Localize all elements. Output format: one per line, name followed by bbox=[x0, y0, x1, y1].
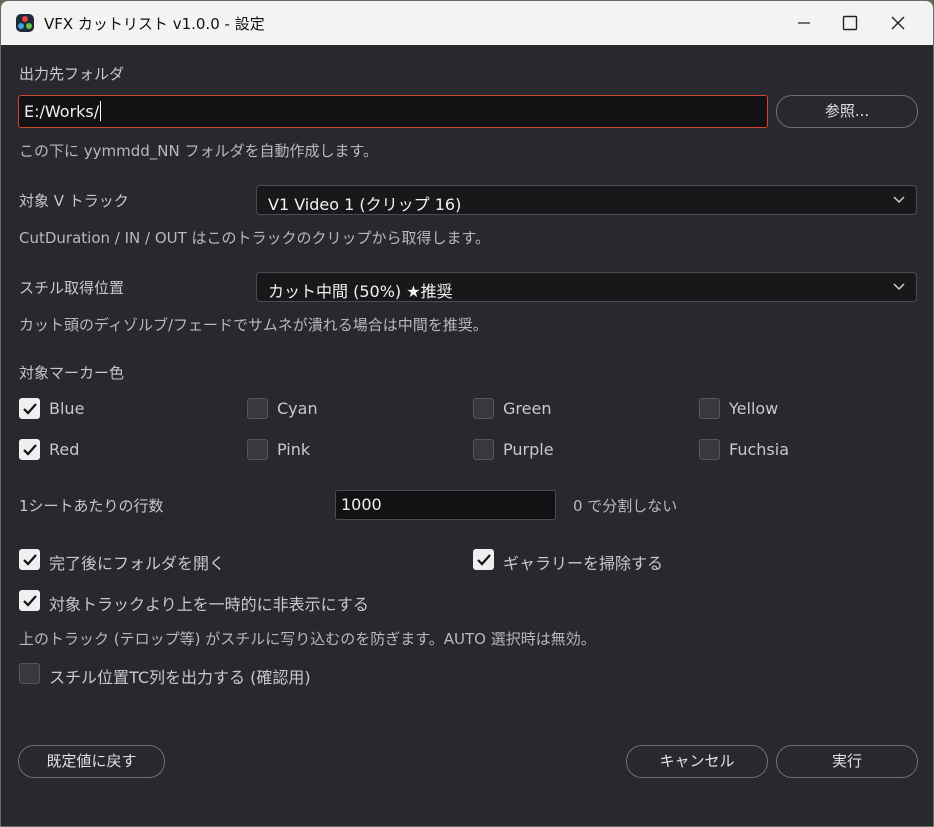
checkbox-box[interactable] bbox=[19, 590, 40, 611]
marker-checkbox-label: Yellow bbox=[729, 399, 779, 418]
checkbox-box[interactable] bbox=[247, 439, 268, 460]
marker-checkbox-label: Cyan bbox=[277, 399, 318, 418]
still-position-selected-value: カット中間 (50%) ★推奨 bbox=[268, 282, 453, 301]
still-tc-label: スチル位置TC列を出力する (確認用) bbox=[49, 668, 311, 687]
track-label: 対象 V トラック bbox=[19, 192, 129, 210]
browse-button[interactable]: 参照... bbox=[776, 95, 918, 128]
rows-per-sheet-hint: 0 で分割しない bbox=[573, 497, 678, 515]
track-hint: CutDuration / IN / OUT はこのトラックのクリップから取得し… bbox=[19, 229, 491, 247]
hide-upper-tracks-label: 対象トラックより上を一時的に非表示にする bbox=[49, 595, 369, 614]
minimize-icon bbox=[798, 22, 810, 24]
checkbox-box[interactable] bbox=[19, 663, 40, 684]
hide-upper-tracks-hint: 上のトラック (テロップ等) がスチルに写り込むのを防ぎます。AUTO 選択時は… bbox=[19, 630, 596, 648]
still-position-label: スチル取得位置 bbox=[19, 279, 125, 297]
run-button[interactable]: 実行 bbox=[776, 745, 918, 778]
text-caret bbox=[100, 101, 102, 121]
window-title: VFX カットリスト v1.0.0 - 設定 bbox=[44, 15, 265, 33]
checkbox-box[interactable] bbox=[473, 549, 494, 570]
marker-checkbox-label: Red bbox=[49, 440, 80, 459]
still-position-hint: カット頭のディゾルブ/フェードでサムネが潰れる場合は中間を推奨。 bbox=[19, 316, 488, 334]
still-position-select[interactable]: カット中間 (50%) ★推奨 bbox=[256, 272, 917, 302]
track-selected-value: V1 Video 1 (クリップ 16) bbox=[268, 195, 462, 214]
reset-defaults-button[interactable]: 既定値に戻す bbox=[18, 745, 165, 778]
marker-checkbox-label: Pink bbox=[277, 440, 311, 459]
checkmark-icon bbox=[23, 403, 37, 415]
checkmark-icon bbox=[477, 554, 491, 566]
open-folder-label: 完了後にフォルダを開く bbox=[49, 554, 226, 573]
checkbox-box[interactable] bbox=[473, 439, 494, 460]
checkbox-box[interactable] bbox=[699, 398, 720, 419]
track-select[interactable]: V1 Video 1 (クリップ 16) bbox=[256, 185, 917, 215]
checkbox-box[interactable] bbox=[19, 398, 40, 419]
checkmark-icon bbox=[23, 444, 37, 456]
rows-per-sheet-input[interactable]: 1000 bbox=[335, 490, 556, 520]
marker-colors-label: 対象マーカー色 bbox=[19, 364, 125, 382]
checkmark-icon bbox=[23, 554, 37, 566]
davinci-resolve-icon bbox=[16, 14, 34, 32]
chevron-down-icon bbox=[893, 283, 905, 291]
close-button[interactable] bbox=[875, 1, 921, 45]
maximize-icon bbox=[842, 15, 858, 31]
checkbox-box[interactable] bbox=[247, 398, 268, 419]
marker-checkbox-label: Green bbox=[503, 399, 552, 418]
marker-checkbox-label: Purple bbox=[503, 440, 554, 459]
settings-window: VFX カットリスト v1.0.0 - 設定 出力先フォルダ E:/Works/… bbox=[0, 0, 934, 827]
marker-checkbox-label: Fuchsia bbox=[729, 440, 789, 459]
output-folder-value: E:/Works/ bbox=[24, 102, 100, 121]
output-folder-label: 出力先フォルダ bbox=[19, 65, 125, 83]
clear-gallery-label: ギャラリーを掃除する bbox=[503, 554, 664, 573]
title-bar[interactable]: VFX カットリスト v1.0.0 - 設定 bbox=[1, 1, 933, 45]
maximize-button[interactable] bbox=[827, 1, 873, 45]
close-icon bbox=[891, 16, 905, 30]
checkbox-box[interactable] bbox=[473, 398, 494, 419]
output-folder-hint: この下に yymmdd_NN フォルダを自動作成します。 bbox=[19, 142, 378, 160]
checkmark-icon bbox=[23, 595, 37, 607]
cancel-button[interactable]: キャンセル bbox=[626, 745, 768, 778]
checkbox-box[interactable] bbox=[19, 439, 40, 460]
marker-checkbox-label: Blue bbox=[49, 399, 85, 418]
checkbox-box[interactable] bbox=[699, 439, 720, 460]
output-folder-input[interactable]: E:/Works/ bbox=[18, 95, 768, 128]
checkbox-box[interactable] bbox=[19, 549, 40, 570]
chevron-down-icon bbox=[893, 196, 905, 204]
minimize-button[interactable] bbox=[781, 1, 827, 45]
rows-per-sheet-label: 1シートあたりの行数 bbox=[19, 497, 164, 515]
